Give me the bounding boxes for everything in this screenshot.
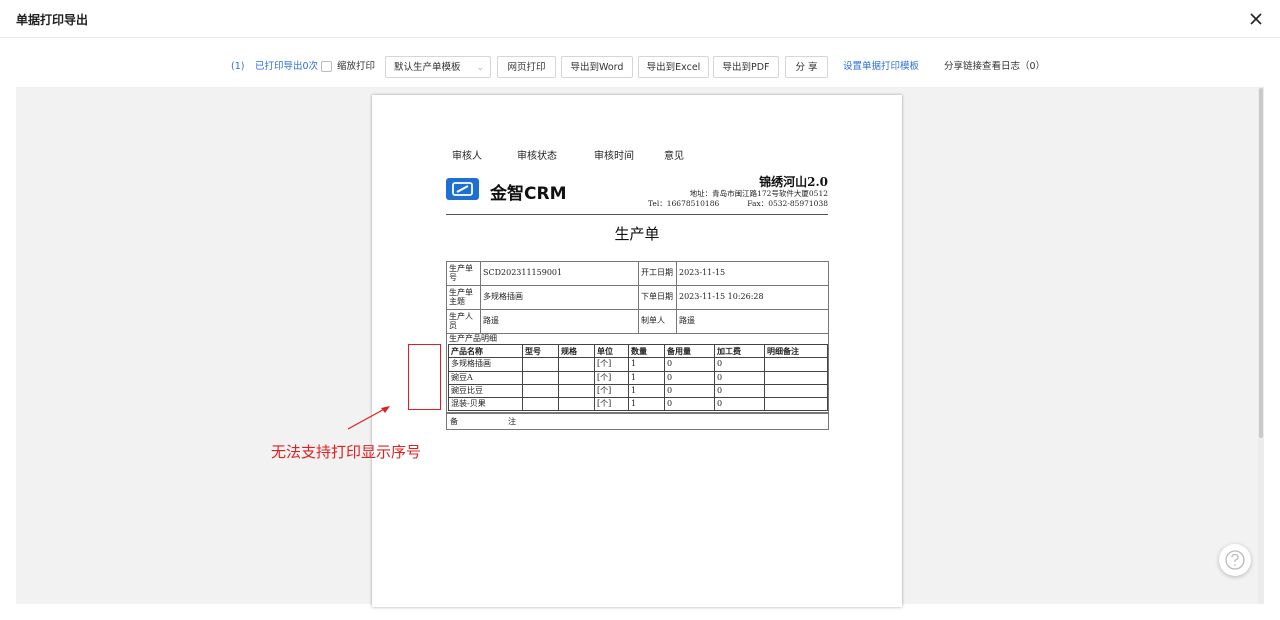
table-cell [522, 370, 559, 385]
label-subject: 生产单主题 [446, 285, 481, 310]
value-subject: 多规格插画 [480, 285, 639, 310]
annotation-arrow-icon [347, 406, 390, 430]
table-cell [558, 357, 595, 372]
brand-logo-icon [446, 178, 479, 200]
template-select-value: 默认生产单模板 [394, 62, 461, 73]
toolbar: (1) 已打印导出0次 缩放打印 默认生产单模板 ⌄ 网页打印 导出到Word … [0, 56, 1280, 78]
table-cell: 0 [664, 357, 715, 372]
table-cell: [个] [594, 383, 629, 399]
items-col-header: 明细备注 [764, 343, 828, 359]
table-cell: 1 [628, 370, 665, 385]
share-log-link[interactable]: 分享链接查看日志（0） [944, 56, 1045, 78]
export-excel-button[interactable]: 导出到Excel [638, 56, 709, 78]
set-print-template-link[interactable]: 设置单据打印模板 [843, 56, 919, 78]
table-cell [522, 397, 559, 412]
table-cell: 0 [664, 397, 715, 412]
table-cell [558, 383, 595, 399]
dialog-title: 单据打印导出 [16, 13, 89, 27]
label-order-no: 生产单号 [446, 261, 481, 286]
items-table: 产品名称 型号 规格 单位 数量 备用量 加工费 明细备注 多规格插画 [个] … [448, 343, 828, 412]
scale-print-checkbox[interactable] [321, 61, 332, 72]
value-start-date: 2023-11-15 [676, 261, 829, 286]
value-order-date: 2023-11-15 10:26:28 [676, 285, 829, 310]
table-row: 豌豆A [个] 1 0 0 [448, 370, 828, 385]
items-col-header: 单位 [594, 343, 629, 359]
items-col-header: 加工费 [714, 343, 765, 359]
table-row: 多规格插画 [个] 1 0 0 [448, 357, 828, 372]
items-col-header: 规格 [558, 343, 595, 359]
brand-name: 金智CRM [490, 184, 567, 204]
template-select[interactable]: 默认生产单模板 ⌄ [385, 56, 491, 78]
table-cell: 1 [628, 357, 665, 372]
table-cell: 0 [714, 397, 765, 412]
table-cell [764, 397, 828, 412]
detail-section-title: 生产产品明细 [446, 333, 829, 344]
table-cell: [个] [594, 370, 629, 385]
label-producer: 生产人员 [446, 309, 481, 334]
table-cell: 0 [714, 383, 765, 399]
audit-header-time: 审核时间 [594, 151, 634, 162]
printed-export-count-link[interactable]: 已打印导出0次 [255, 56, 318, 78]
table-cell: [个] [594, 397, 629, 412]
company-fax: Fax：0532-85971038 [747, 199, 828, 208]
annotation-text: 无法支持打印显示序号 [271, 443, 422, 461]
table-cell: 豌豆比豆 [448, 383, 523, 399]
annotation-highlight-box [408, 344, 441, 410]
remark-label-a: 备 [450, 417, 458, 426]
share-button[interactable]: 分 享 [785, 56, 828, 78]
remark-row: 备注 [446, 413, 829, 430]
value-order-no: SCD202311159001 [480, 261, 639, 286]
table-cell: 豌豆A [448, 370, 523, 385]
audit-header-reviewer: 审核人 [452, 151, 482, 162]
scale-print-label: 缩放打印 [337, 61, 376, 72]
export-word-button[interactable]: 导出到Word [561, 56, 633, 78]
value-maker: 路遥 [676, 309, 829, 334]
dialog-header: 单据打印导出 [0, 0, 1280, 38]
print-count: (1) [231, 61, 245, 72]
close-icon[interactable] [1246, 9, 1266, 29]
table-cell: 0 [714, 370, 765, 385]
table-row: 混装-贝果 [个] 1 0 0 [448, 397, 828, 412]
help-icon[interactable] [1219, 544, 1251, 576]
items-col-header: 产品名称 [448, 343, 523, 359]
table-row: 豌豆比豆 [个] 1 0 0 [448, 383, 828, 399]
table-cell [558, 397, 595, 412]
label-start-date: 开工日期 [638, 261, 677, 286]
table-cell [764, 370, 828, 385]
table-cell: 1 [628, 397, 665, 412]
table-cell [764, 383, 828, 399]
items-col-header: 数量 [628, 343, 665, 359]
label-order-date: 下单日期 [638, 285, 677, 310]
table-cell: [个] [594, 357, 629, 372]
remark-label-b: 注 [508, 417, 516, 426]
table-cell: 1 [628, 383, 665, 399]
table-cell: 0 [664, 370, 715, 385]
order-info-table: 生产单号 SCD202311159001 开工日期 2023-11-15 生产单… [446, 261, 829, 334]
export-pdf-button[interactable]: 导出到PDF [713, 56, 779, 78]
audit-header-status: 审核状态 [517, 151, 557, 162]
items-col-header: 备用量 [664, 343, 715, 359]
table-cell [558, 370, 595, 385]
table-cell [764, 357, 828, 372]
scrollbar-thumb[interactable] [1259, 88, 1263, 438]
chevron-down-icon: ⌄ [476, 63, 484, 73]
web-print-button[interactable]: 网页打印 [497, 56, 556, 78]
table-cell: 混装-贝果 [448, 397, 523, 412]
value-producer: 路遥 [480, 309, 639, 334]
table-cell [522, 383, 559, 399]
header-divider [446, 214, 828, 215]
table-cell [522, 357, 559, 372]
document-title: 生产单 [614, 225, 660, 243]
items-col-header: 型号 [522, 343, 559, 359]
audit-header-opinion: 意见 [664, 151, 684, 162]
table-cell: 0 [714, 357, 765, 372]
table-cell: 多规格插画 [448, 357, 523, 372]
table-cell: 0 [664, 383, 715, 399]
label-maker: 制单人 [638, 309, 677, 334]
